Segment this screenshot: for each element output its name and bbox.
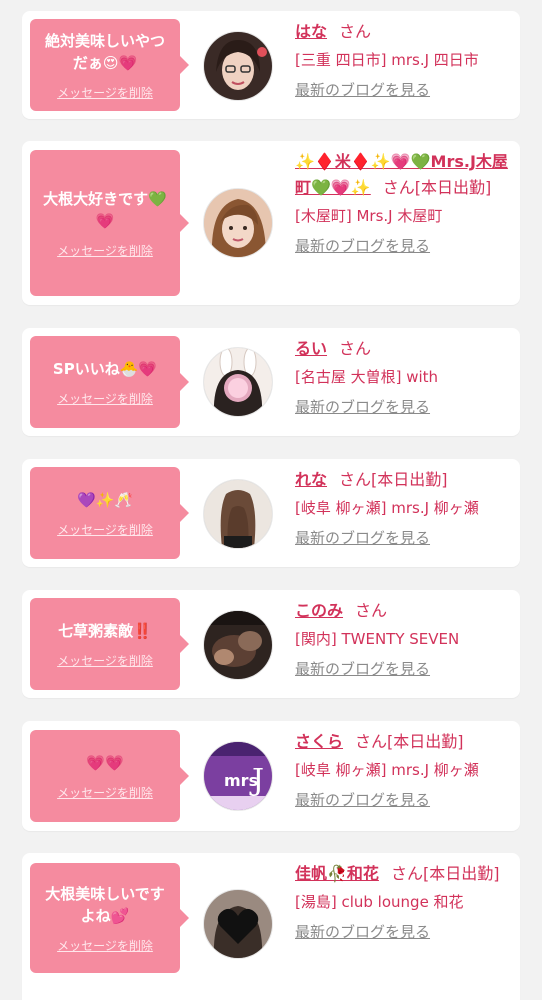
sender-name-link[interactable]: さくら — [295, 732, 343, 751]
sender-name-link[interactable]: 佳帆🥀和花 — [295, 864, 379, 883]
sender-name-link[interactable]: るい — [295, 339, 327, 358]
attendance-status: [本日出勤] — [422, 864, 500, 883]
latest-blog-link[interactable]: 最新のブログを見る — [295, 527, 430, 548]
sender-name-line: さくら さん[本日出勤] — [295, 729, 513, 755]
honorific: さん — [339, 22, 372, 41]
sender-name-line: ✨♦️米♦️✨💗💚Mrs.J木屋町💚💗✨ さん[本日出勤] — [295, 149, 513, 201]
latest-blog-link[interactable]: 最新のブログを見る — [295, 396, 430, 417]
sender-name-link[interactable]: はな — [295, 22, 327, 41]
sender-name-line: はな さん — [295, 19, 513, 45]
sender-info: るい さん [名古屋 大曽根] with 最新のブログを見る — [295, 336, 513, 417]
latest-blog-link[interactable]: 最新のブログを見る — [295, 921, 430, 942]
long-hair-back-avatar-image — [204, 480, 272, 548]
latest-blog-link[interactable]: 最新のブログを見る — [295, 79, 430, 100]
sender-name-line: るい さん — [295, 336, 513, 362]
store-label: [岐阜 柳ヶ瀬] mrs.J 柳ヶ瀬 — [295, 761, 479, 779]
mrsj-logo-avatar-image: mrs J — [204, 742, 272, 810]
delete-message-link[interactable]: メッセージを削除 — [57, 84, 153, 101]
black-heart-avatar-image — [204, 890, 272, 958]
latest-blog-link[interactable]: 最新のブログを見る — [295, 658, 430, 679]
store-label: [関内] TWENTY SEVEN — [295, 630, 460, 648]
latest-blog-link[interactable]: 最新のブログを見る — [295, 789, 430, 810]
attendance-status: [本日出勤] — [414, 178, 492, 197]
sender-name-line: このみ さん — [295, 598, 513, 624]
message-bubble: 💜✨🥂 メッセージを削除 — [30, 467, 189, 559]
message-bubble: 絶対美味しいやつだぁ😍💗 メッセージを削除 — [30, 19, 189, 111]
attendance-status: [本日出勤] — [387, 732, 464, 751]
sender-info: れな さん[本日出勤] [岐阜 柳ヶ瀬] mrs.J 柳ヶ瀬 最新のブログを見る — [295, 467, 513, 548]
honorific: さん — [339, 470, 372, 489]
dark-photo-avatar-image — [204, 611, 272, 679]
message-card: SPいいね🐣💗 メッセージを削除 るい さん [名古屋 大曽根] with 最新の… — [22, 328, 520, 436]
woman-brown-hair-avatar-image — [204, 189, 272, 257]
svg-text:J: J — [249, 763, 264, 798]
delete-message-link[interactable]: メッセージを削除 — [57, 390, 153, 407]
message-bubble: 大根美味しいですよね💕 メッセージを削除 — [30, 863, 189, 973]
message-bubble: 💗💗 メッセージを削除 — [30, 730, 189, 822]
sender-name-line: 佳帆🥀和花 さん[本日出勤] — [295, 861, 513, 887]
message-bubble: SPいいね🐣💗 メッセージを削除 — [30, 336, 189, 428]
avatar[interactable] — [203, 610, 273, 680]
message-bubble: 七草粥素敵‼️ メッセージを削除 — [30, 598, 189, 690]
message-text: 絶対美味しいやつだぁ😍💗 — [44, 31, 165, 72]
message-card: 七草粥素敵‼️ メッセージを削除 このみ さん [関内] TWENTY SEVEN… — [22, 590, 520, 698]
avatar[interactable] — [203, 479, 273, 549]
message-card: 💜✨🥂 メッセージを削除 れな さん[本日出勤] [岐阜 柳ヶ瀬] mrs.J 柳… — [22, 459, 520, 567]
message-list: 絶対美味しいやつだぁ😍💗 メッセージを削除 はな さん [三重 四日市] mrs.… — [0, 0, 542, 1000]
avatar[interactable] — [203, 347, 273, 417]
honorific: さん — [355, 601, 388, 620]
message-text: 七草粥素敵‼️ — [58, 621, 152, 640]
message-card: 大根大好きです💚💗 メッセージを削除 ✨♦️米♦️✨💗💚Mrs.J木屋町💚💗✨ さ… — [22, 141, 520, 305]
message-text: SPいいね🐣💗 — [52, 359, 158, 378]
message-card: 💗💗 メッセージを削除 mrs J さくら さん[本日出勤] [岐阜 柳ヶ瀬] m… — [22, 721, 520, 831]
message-text: 💗💗 — [86, 753, 124, 772]
store-label: [三重 四日市] mrs.J 四日市 — [295, 51, 479, 69]
delete-message-link[interactable]: メッセージを削除 — [57, 242, 153, 259]
message-text: 大根大好きです💚💗 — [43, 189, 167, 230]
delete-message-link[interactable]: メッセージを削除 — [57, 521, 153, 538]
sender-name-link[interactable]: れな — [295, 470, 327, 489]
store-label: [湯島] club lounge 和花 — [295, 893, 464, 911]
honorific: さん — [355, 732, 388, 751]
avatar[interactable] — [203, 31, 273, 101]
latest-blog-link[interactable]: 最新のブログを見る — [295, 235, 430, 256]
avatar[interactable] — [203, 889, 273, 959]
message-card: 絶対美味しいやつだぁ😍💗 メッセージを削除 はな さん [三重 四日市] mrs.… — [22, 11, 520, 119]
sender-info: ✨♦️米♦️✨💗💚Mrs.J木屋町💚💗✨ さん[本日出勤] [木屋町] Mrs.J… — [295, 149, 513, 256]
avatar[interactable] — [203, 188, 273, 258]
store-label: [名古屋 大曽根] with — [295, 368, 439, 386]
message-text: 大根美味しいですよね💕 — [45, 884, 165, 925]
sender-info: はな さん [三重 四日市] mrs.J 四日市 最新のブログを見る — [295, 19, 513, 100]
sender-info: このみ さん [関内] TWENTY SEVEN 最新のブログを見る — [295, 598, 513, 679]
honorific: さん — [382, 178, 415, 197]
sender-name-link[interactable]: このみ — [295, 601, 343, 620]
sender-info: 佳帆🥀和花 さん[本日出勤] [湯島] club lounge 和花 最新のブログ… — [295, 861, 513, 942]
delete-message-link[interactable]: メッセージを削除 — [57, 784, 153, 801]
store-label: [岐阜 柳ヶ瀬] mrs.J 柳ヶ瀬 — [295, 499, 479, 517]
sender-name-line: れな さん[本日出勤] — [295, 467, 513, 493]
bunny-ears-avatar-image — [204, 348, 272, 416]
message-text: 💜✨🥂 — [76, 490, 134, 509]
delete-message-link[interactable]: メッセージを削除 — [57, 937, 153, 954]
attendance-status: [本日出勤] — [371, 470, 448, 489]
woman-glasses-avatar-image — [204, 32, 272, 100]
avatar[interactable]: mrs J — [203, 741, 273, 811]
message-card: 大根美味しいですよね💕 メッセージを削除 佳帆🥀和花 さん[本日出勤] [湯島] … — [22, 853, 520, 1000]
message-bubble: 大根大好きです💚💗 メッセージを削除 — [30, 150, 189, 296]
honorific: さん — [390, 864, 423, 883]
store-label: [木屋町] Mrs.J 木屋町 — [295, 207, 443, 225]
sender-info: さくら さん[本日出勤] [岐阜 柳ヶ瀬] mrs.J 柳ヶ瀬 最新のブログを見る — [295, 729, 513, 810]
delete-message-link[interactable]: メッセージを削除 — [57, 652, 153, 669]
honorific: さん — [339, 339, 372, 358]
